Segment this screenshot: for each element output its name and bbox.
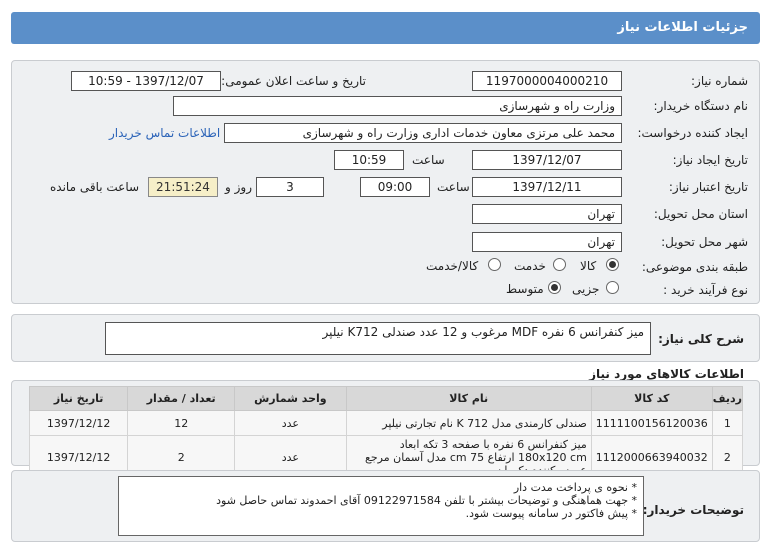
process-medium-label: متوسط — [506, 282, 544, 296]
created-date-label: تاریخ ایجاد نیاز: — [672, 153, 748, 167]
col-qty: تعداد / مقدار — [127, 386, 236, 411]
goods-section-title: اطلاعات کالاهای مورد نیاز — [589, 367, 744, 381]
created-time-label: ساعت — [412, 153, 445, 167]
notes-box: * نحوه ی پرداخت مدت دار * جهت هماهنگی و … — [118, 476, 644, 536]
col-unit: واحد شمارش — [234, 386, 347, 411]
note-line: * پیش فاکتور در سامانه پیوست شود. — [465, 507, 637, 520]
cell-unit: عدد — [234, 410, 347, 436]
cell-date: 1397/12/12 — [28, 410, 129, 436]
city-label: شهر محل تحویل: — [661, 235, 748, 249]
category-label: طبقه بندی موضوعی: — [641, 260, 748, 274]
category-radio-goods-service[interactable] — [488, 258, 501, 271]
requester-label: ایجاد کننده درخواست: — [637, 126, 748, 140]
days-label: روز و — [225, 180, 252, 194]
city-field: تهران — [472, 232, 622, 252]
province-label: استان محل تحویل: — [653, 207, 748, 221]
goods-table: ردیف کد کالا نام کالا واحد شمارش تعداد /… — [28, 386, 744, 480]
note-line: * جهت هماهنگی و توضیحات بیشتر با تلفن 09… — [216, 494, 637, 507]
category-goods-service-label: کالا/خدمت — [426, 259, 479, 273]
note-line: * نحوه ی پرداخت مدت دار — [513, 481, 637, 494]
cell-code: 1111100156120036 — [590, 410, 713, 436]
cell-row: 1 — [711, 410, 744, 436]
contact-info-link[interactable]: اطلاعات تماس خریدار — [109, 126, 220, 140]
validity-time-field: 09:00 — [360, 177, 430, 197]
col-date: تاریخ نیاز — [28, 386, 129, 411]
created-time-field: 10:59 — [334, 150, 404, 170]
goods-table-header: ردیف کد کالا نام کالا واحد شمارش تعداد /… — [28, 386, 744, 411]
category-radio-goods[interactable] — [606, 258, 619, 271]
validity-time-label: ساعت — [437, 180, 470, 194]
province-field: تهران — [472, 204, 622, 224]
process-label: نوع فرآیند خرید : — [663, 283, 748, 297]
days-field: 3 — [256, 177, 324, 197]
remaining-time-field: 21:51:24 — [148, 177, 218, 197]
process-radio-medium[interactable] — [548, 281, 561, 294]
created-date-field: 1397/12/07 — [472, 150, 622, 170]
remaining-label: ساعت باقی مانده — [50, 180, 140, 194]
cell-name: صندلی کارمندی مدل K 712 نام تجارتی نیلپر — [345, 410, 592, 436]
requester-field: محمد علی مرتزی معاون خدمات اداری وزارت ر… — [224, 123, 622, 143]
col-row: ردیف — [711, 386, 744, 411]
summary-label: شرح کلی نیاز: — [658, 332, 744, 346]
validity-date-field: 1397/12/11 — [472, 177, 622, 197]
buyer-org-label: نام دستگاه خریدار: — [653, 99, 749, 113]
category-radio-service[interactable] — [553, 258, 566, 271]
category-service-label: خدمت — [514, 259, 546, 273]
col-code: کد کالا — [590, 386, 713, 411]
announce-label: تاریخ و ساعت اعلان عمومی: — [221, 74, 366, 88]
category-goods-label: کالا — [580, 259, 597, 273]
validity-date-label: تاریخ اعتبار نیاز: — [668, 180, 748, 194]
need-number-label: شماره نیاز: — [691, 74, 748, 88]
summary-text: میز کنفرانس 6 نفره MDF مرغوب و 12 عدد صن… — [105, 322, 651, 355]
buyer-org-field: وزارت راه و شهرسازی — [173, 96, 622, 116]
col-name: نام کالا — [345, 386, 592, 411]
table-row: 1 1111100156120036 صندلی کارمندی مدل K 7… — [28, 410, 744, 436]
process-radio-minor[interactable] — [606, 281, 619, 294]
need-number-field: 1197000004000210 — [472, 71, 622, 91]
process-minor-label: جزیی — [572, 282, 600, 296]
cell-qty: 12 — [127, 410, 236, 436]
page-header: جزئیات اطلاعات نیاز — [11, 12, 760, 44]
notes-label: توضیحات خریدار: — [642, 503, 744, 517]
announce-field: 1397/12/07 - 10:59 — [71, 71, 221, 91]
